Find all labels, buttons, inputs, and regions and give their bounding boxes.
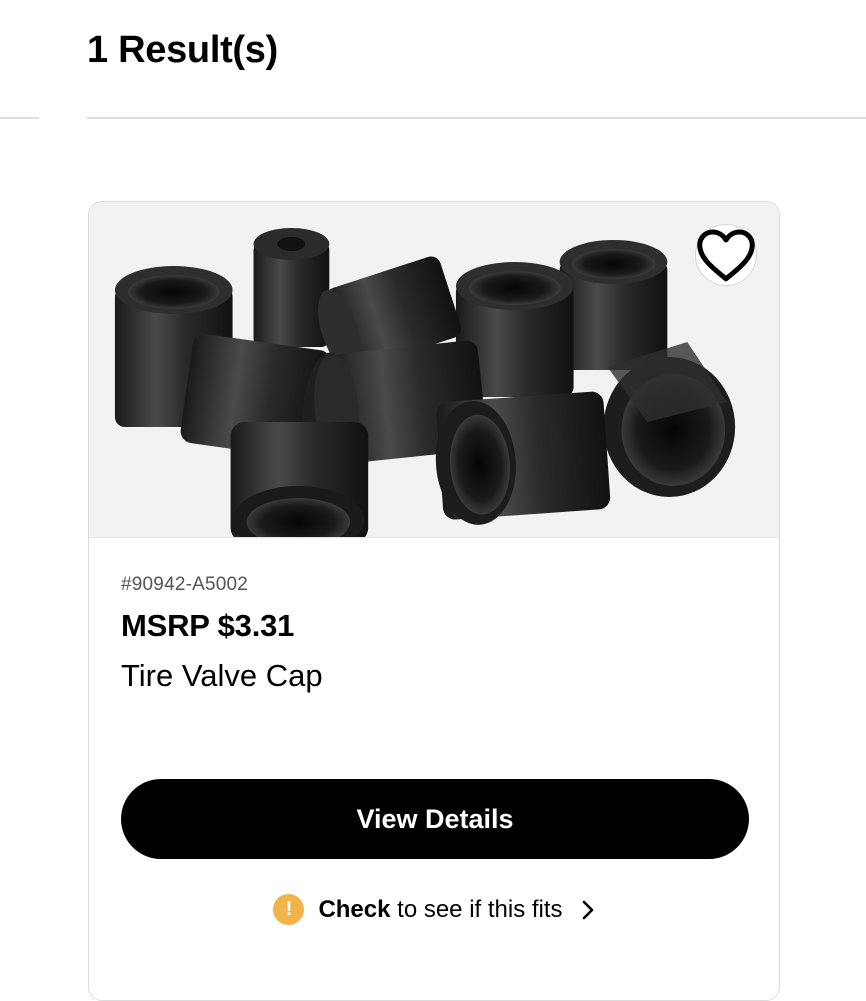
chevron-right-icon (582, 900, 593, 919)
product-card[interactable]: #90942-A5002 MSRP $3.31 Tire Valve Cap V… (88, 201, 780, 1001)
divider (0, 117, 39, 119)
fit-check-text: to see if this fits (390, 895, 563, 923)
warning-icon: ! (273, 894, 305, 925)
divider (87, 117, 866, 119)
favorite-button[interactable] (695, 224, 757, 286)
heart-icon (697, 229, 755, 282)
product-name[interactable]: Tire Valve Cap (121, 658, 323, 694)
fit-check-link[interactable]: ! Check to see if this fits (89, 894, 779, 925)
view-details-button[interactable]: View Details (121, 779, 749, 859)
valve-caps-illustration (89, 202, 779, 537)
product-image[interactable] (89, 202, 779, 538)
part-number: #90942-A5002 (121, 574, 249, 595)
product-price: MSRP $3.31 (121, 608, 295, 643)
fit-check-strong: Check (318, 895, 391, 923)
results-heading: 1 Result(s) (87, 29, 278, 71)
